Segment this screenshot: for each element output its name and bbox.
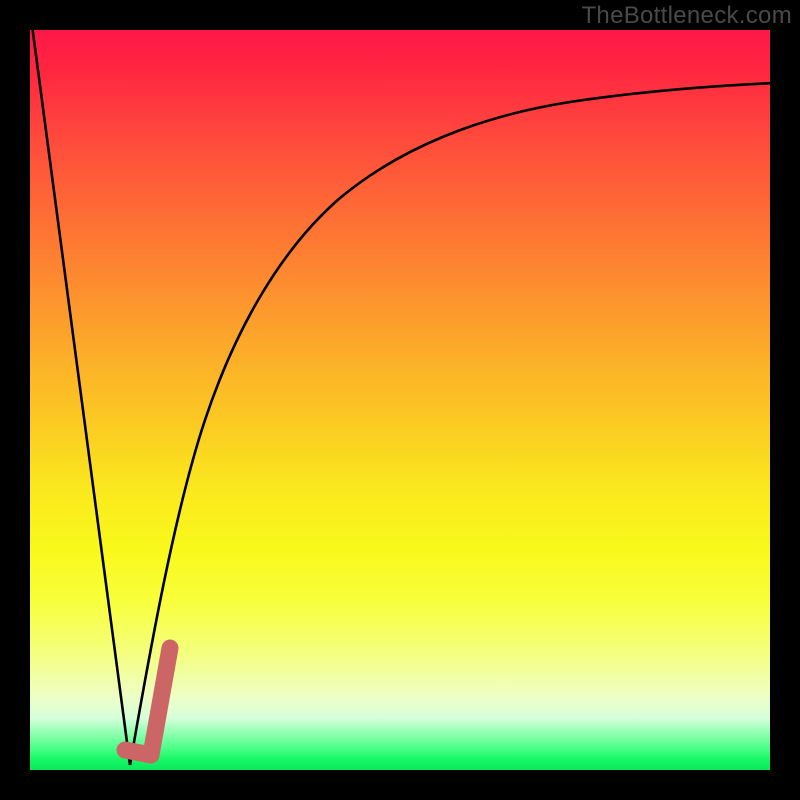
chart-curves-svg <box>30 30 770 770</box>
series-saturating-curve <box>130 83 770 765</box>
watermark-text: TheBottleneck.com <box>581 2 792 30</box>
series-highlight-tick <box>125 648 170 755</box>
series-left-descent <box>32 30 130 765</box>
chart-plot-area <box>30 30 770 770</box>
